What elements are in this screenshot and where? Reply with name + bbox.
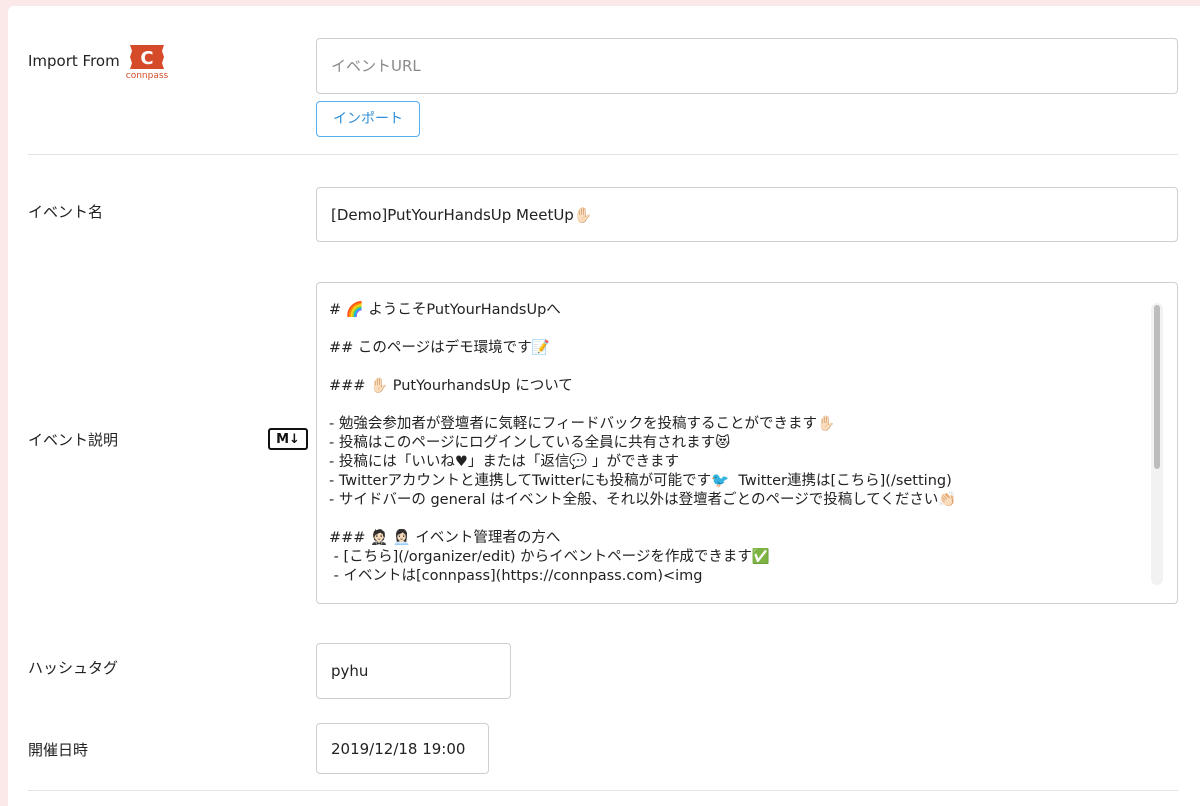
event-description-textarea[interactable]: # 🌈 ようこそPutYourHandsUpへ ## このページはデモ環境です📝… [316,282,1178,604]
event-url-input[interactable] [316,38,1178,94]
hashtag-input[interactable] [316,643,511,699]
event-description-label: イベント説明 [28,431,119,449]
description-line [329,358,1147,377]
description-line: - イベントは[connpass](https://connpass.com)<… [329,568,703,584]
import-from-label: Import From [28,52,120,70]
description-line: - Twitterアカウントと連携してTwitterにも投稿が可能です🐦 Twi… [329,473,952,489]
event-description-text: # 🌈 ようこそPutYourHandsUpへ ## このページはデモ環境です📝… [329,301,1147,591]
datetime-input[interactable] [316,723,489,774]
description-scrollbar[interactable] [1151,303,1163,585]
description-line: ### 🤵🏻 👩🏻‍💼 イベント管理者の方へ [329,530,561,546]
description-line: ### ✋🏻 PutYourhandsUp について [329,378,573,394]
event-name-input[interactable] [316,187,1178,242]
connpass-logo-letter: C [140,48,153,69]
description-line: - サイドバーの general はイベント全般、それ以外は登壇者ごとのページで… [329,492,957,508]
description-line [329,510,1147,529]
section-divider [28,154,1178,155]
description-line [329,320,1147,339]
datetime-label: 開催日時 [28,741,89,759]
description-line: - [こちら](/organizer/edit) からイベントページを作成できま… [329,549,770,565]
scrollbar-thumb[interactable] [1154,305,1160,469]
bottom-divider [28,790,1178,791]
connpass-logo: C connpass [126,43,169,81]
markdown-icon: M↓ [268,428,308,450]
description-line: ## このページはデモ環境です📝 [329,340,550,356]
description-line: - 投稿はこのページにログインしている全員に共有されます😻 [329,435,731,451]
event-name-label: イベント名 [28,203,104,221]
description-line: # 🌈 ようこそPutYourHandsUpへ [329,302,561,318]
connpass-logo-text: connpass [126,71,168,81]
description-line [329,396,1147,415]
hashtag-label: ハッシュタグ [28,659,119,677]
import-button[interactable]: インポート [316,101,420,137]
description-line: - 投稿には「いいね♥」または「返信💬 」ができます [329,454,680,470]
description-line: - 勉強会参加者が登壇者に気軽にフィードバックを投稿することができます✋🏻 [329,416,836,432]
